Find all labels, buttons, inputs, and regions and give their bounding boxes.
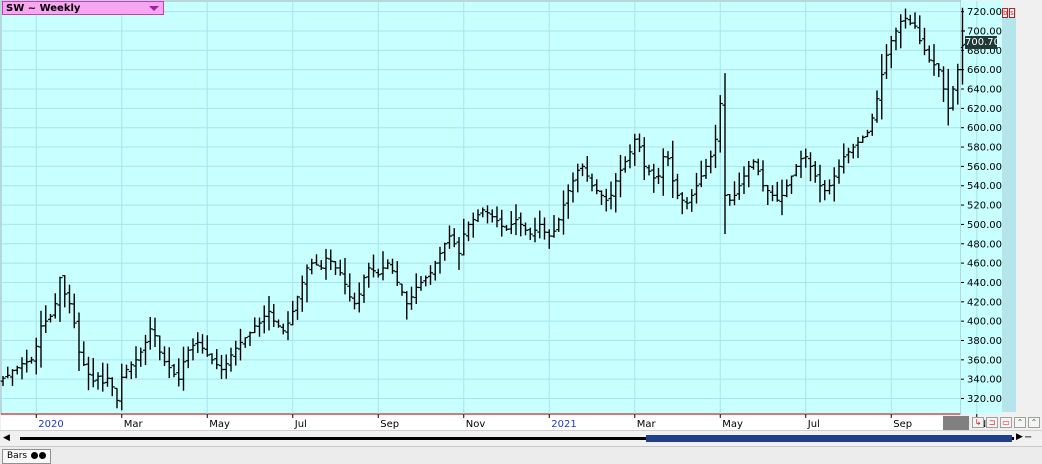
- y-tick-label: 540.00: [967, 181, 1002, 192]
- corner-s-icon[interactable]: s: [1009, 8, 1015, 18]
- x-tick-label: Sep: [380, 419, 399, 430]
- bars-tab[interactable]: Bars: [2, 449, 51, 464]
- corner-b-icon[interactable]: b: [1002, 8, 1008, 18]
- zoom-out-icon[interactable]: −: [1024, 432, 1032, 443]
- y-tick-label: 400.00: [967, 317, 1002, 328]
- y-tick-label: 380.00: [967, 336, 1002, 347]
- x-tick-label: 2020: [38, 419, 63, 430]
- pan-up-icon[interactable]: ⌃: [1028, 417, 1040, 428]
- y-tick-label: 660.00: [967, 65, 1002, 76]
- last-price-label: 700.70: [965, 36, 1000, 49]
- y-tick-label: 480.00: [967, 239, 1002, 250]
- status-bar: Bars: [0, 446, 1042, 464]
- window-icon[interactable]: ▭: [1000, 417, 1012, 428]
- x-tick-label: Mar: [124, 419, 144, 430]
- y-tick-label: 720.00: [967, 7, 1002, 18]
- x-tick-label: Sep: [893, 419, 912, 430]
- zoom-fit-icon[interactable]: ↳: [972, 417, 984, 428]
- x-tick-label: Jul: [807, 419, 820, 430]
- x-tick-label: Nov: [466, 419, 486, 430]
- symbol-selector[interactable]: SW ~ Weekly: [2, 1, 164, 15]
- x-tick-label: 2021: [551, 419, 576, 430]
- dot-icon: [30, 452, 38, 459]
- y-tick-label: 520.00: [967, 201, 1002, 212]
- bars-tab-label: Bars: [7, 451, 28, 461]
- y-tick-label: 340.00: [967, 375, 1002, 386]
- y-tick-label: 360.00: [967, 355, 1002, 366]
- y-tick-label: 560.00: [967, 162, 1002, 173]
- scroll-thumb[interactable]: [646, 435, 1012, 442]
- y-tick-label: 640.00: [967, 85, 1002, 96]
- y-axis: 320.00 340.00 360.00 380.00 400.00 420.00 440.…: [961, 7, 1002, 405]
- right-arrow-icon[interactable]: ▶: [1016, 432, 1023, 442]
- y-tick-label: 580.00: [967, 143, 1002, 154]
- dot-icon: [38, 452, 46, 459]
- x-tick-label: Jul: [294, 419, 307, 430]
- price-chart: 320.00 340.00 360.00 380.00 400.00 420.00 440.…: [0, 0, 1002, 430]
- zoom-box-icon[interactable]: ⊐: [986, 417, 998, 428]
- side-scroll-strip[interactable]: [1002, 8, 1016, 412]
- y-tick-label: 420.00: [967, 297, 1002, 308]
- x-tick-label: Mar: [637, 419, 657, 430]
- chevron-down-icon[interactable]: [149, 6, 159, 11]
- y-tick-label: 620.00: [967, 104, 1002, 115]
- y-tick-label: 320.00: [967, 394, 1002, 405]
- left-arrow-icon[interactable]: ◀: [3, 433, 10, 443]
- x-tick-label: May: [209, 419, 230, 430]
- y-tick-label: 500.00: [967, 220, 1002, 231]
- y-tick-label: 440.00: [967, 278, 1002, 289]
- pan-left-icon[interactable]: ⌃: [1014, 417, 1026, 428]
- symbol-label: SW ~ Weekly: [6, 3, 81, 14]
- x-tick-label: May: [722, 419, 743, 430]
- y-tick-label: 600.00: [967, 123, 1002, 134]
- y-tick-label: 460.00: [967, 259, 1002, 270]
- horizontal-scrollbar[interactable]: ◀ ▶ −: [0, 430, 1042, 445]
- chart-tool-buttons: ↳ ⊐ ▭ ⌃ ⌃: [943, 416, 1042, 430]
- corner-icons: b s: [1002, 8, 1016, 18]
